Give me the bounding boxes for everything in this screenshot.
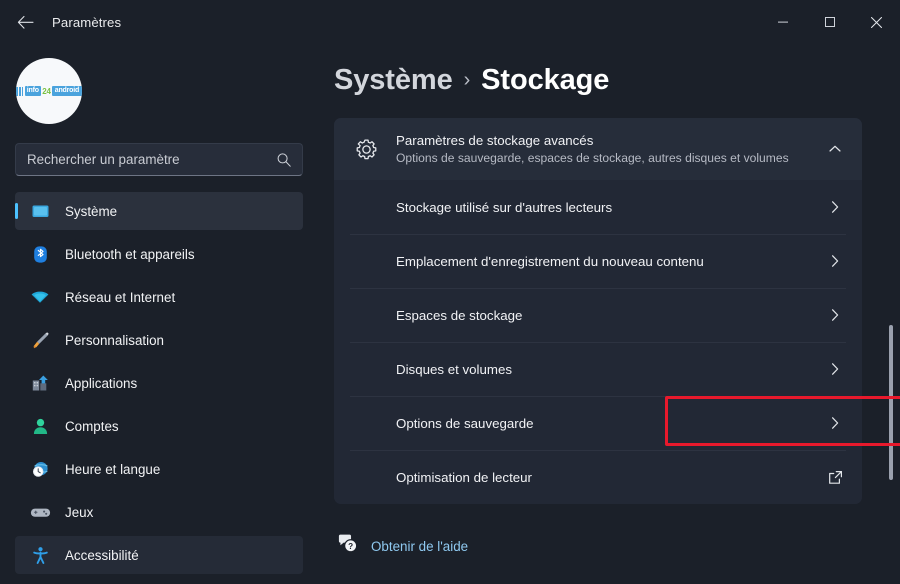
external-link-icon [824,470,846,485]
row-disques-et-volumes[interactable]: Disques et volumes [334,342,862,396]
breadcrumb: Système › Stockage [334,64,900,97]
svg-text:?: ? [348,542,353,551]
minimize-icon [777,16,789,28]
sidebar-item-label: Système [65,204,117,219]
row-label: Options de sauvegarde [396,416,824,431]
back-arrow-icon [17,15,34,30]
paintbrush-icon [23,331,57,350]
row-options-de-sauvegarde[interactable]: Options de sauvegarde [334,396,862,450]
search-input[interactable]: Rechercher un paramètre [15,143,303,176]
avatar-logo: info 24 android [20,84,78,99]
monitor-icon [23,202,57,221]
page-title: Stockage [481,64,609,97]
advanced-storage-card: Paramètres de stockage avancés Options d… [334,118,862,504]
row-stockage-autres-lecteurs[interactable]: Stockage utilisé sur d'autres lecteurs [334,180,862,234]
breadcrumb-separator: › [464,69,471,92]
row-label: Stockage utilisé sur d'autres lecteurs [396,200,824,215]
sidebar-item-label: Jeux [65,505,93,520]
sidebar-item-personnalisation[interactable]: Personnalisation [15,321,303,359]
sidebar-item-heure-et-langue[interactable]: Heure et langue [15,450,303,488]
row-optimisation-de-lecteur[interactable]: Optimisation de lecteur [334,450,862,504]
accessibility-icon [23,546,57,565]
sidebar-item-label: Heure et langue [65,462,160,477]
sidebar-item-label: Comptes [65,419,119,434]
main-content: Système › Stockage Paramètres de stockag… [322,44,900,584]
sidebar-item-bluetooth-et-appareils[interactable]: Bluetooth et appareils [15,235,303,273]
avatar-logo-info: info [25,86,41,96]
breadcrumb-parent[interactable]: Système [334,64,453,97]
row-label: Optimisation de lecteur [396,470,824,485]
back-button[interactable] [8,5,42,39]
close-button[interactable] [853,0,900,44]
logo-bars-icon [16,87,23,96]
card-header-title: Paramètres de stockage avancés [396,132,824,149]
row-emplacement-enregistrement[interactable]: Emplacement d'enregistrement du nouveau … [334,234,862,288]
row-label: Emplacement d'enregistrement du nouveau … [396,254,824,269]
avatar-logo-android: android [52,86,81,96]
sidebar-item-applications[interactable]: Applications [15,364,303,402]
chevron-right-icon [824,254,846,268]
chevron-right-icon [824,362,846,376]
gamepad-icon [23,503,57,522]
content-scrollbar[interactable] [887,44,895,584]
gear-icon [350,138,382,161]
sidebar-item-label: Applications [65,376,137,391]
sidebar-item-jeux[interactable]: Jeux [15,493,303,531]
clock-globe-icon [23,460,57,479]
window-controls [759,0,900,44]
search-icon [276,152,292,168]
sidebar-item-label: Accessibilité [65,548,139,563]
sidebar-item-label: Bluetooth et appareils [65,247,195,262]
wifi-icon [23,288,57,307]
search-placeholder: Rechercher un paramètre [16,152,180,167]
advanced-storage-settings-header[interactable]: Paramètres de stockage avancés Options d… [334,118,862,180]
avatar[interactable]: info 24 android [16,58,82,124]
row-label: Disques et volumes [396,362,824,377]
app-title: Paramètres [52,15,121,30]
avatar-logo-24: 24 [41,87,53,96]
card-header-description: Options de sauvegarde, espaces de stocka… [396,150,824,167]
row-espaces-de-stockage[interactable]: Espaces de stockage [334,288,862,342]
chevron-right-icon [824,200,846,214]
chevron-right-icon [824,416,846,430]
maximize-icon [824,16,836,28]
get-help-link[interactable]: ? Obtenir de l'aide [337,533,527,559]
settings-window: Paramètres [0,0,900,584]
sidebar-item-label: Réseau et Internet [65,290,175,305]
sidebar-item-accessibilite[interactable]: Accessibilité [15,536,303,574]
sidebar-item-systeme[interactable]: Système [15,192,303,230]
bluetooth-icon [23,245,57,264]
apps-icon [23,374,57,393]
sidebar-item-comptes[interactable]: Comptes [15,407,303,445]
minimize-button[interactable] [759,0,806,44]
chevron-right-icon [824,308,846,322]
get-help-label: Obtenir de l'aide [371,539,468,554]
person-icon [23,417,57,436]
sidebar: info 24 android Rechercher un paramètre [0,44,322,584]
maximize-button[interactable] [806,0,853,44]
row-label: Espaces de stockage [396,308,824,323]
close-icon [870,16,883,29]
help-bubble-icon: ? [337,533,358,559]
header-text-block: Paramètres de stockage avancés Options d… [396,132,824,167]
sidebar-nav: Système Bluetooth et appareils [10,192,312,574]
title-bar: Paramètres [0,0,900,44]
scrollbar-thumb[interactable] [889,325,893,480]
selection-accent-bar [15,203,18,219]
window-body: info 24 android Rechercher un paramètre [0,44,900,584]
chevron-up-icon[interactable] [824,142,846,156]
sidebar-item-reseau-et-internet[interactable]: Réseau et Internet [15,278,303,316]
sidebar-item-label: Personnalisation [65,333,164,348]
